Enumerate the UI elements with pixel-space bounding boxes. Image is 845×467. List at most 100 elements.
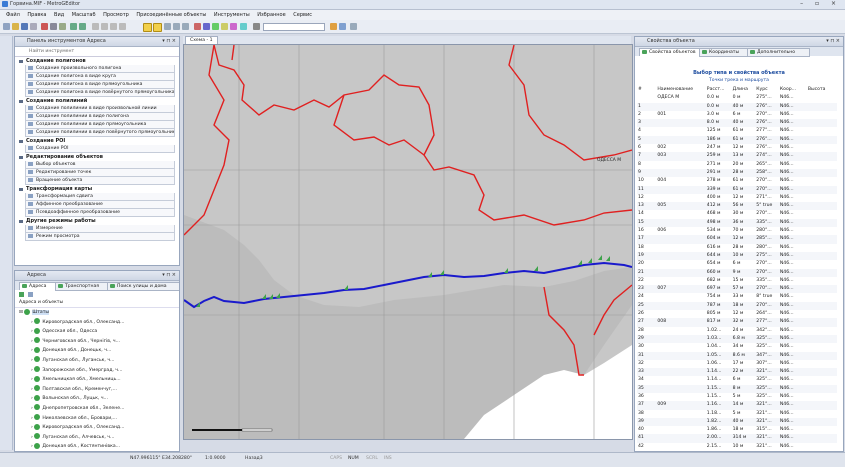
group-edit[interactable]: Редактирование объектов [17, 154, 179, 161]
filter-icon[interactable] [28, 292, 33, 297]
col-header[interactable]: Расст... [706, 86, 732, 94]
group-poi[interactable]: Создание POI [17, 138, 179, 145]
poly-magenta-icon[interactable] [230, 23, 237, 30]
tree-item[interactable]: › Запорожская обл., Умерград, ч... [19, 366, 179, 376]
table-row[interactable]: 21 660 м 9 м 270°... N46... [637, 268, 837, 277]
tree-item[interactable]: › Донецкая обл., Донецьк, ч... [19, 346, 179, 356]
menu-preview[interactable]: Просмотр [103, 12, 129, 18]
table-row[interactable]: 30 1.04... 34 м 325°... N46... [637, 343, 837, 351]
new-icon[interactable] [3, 23, 10, 30]
close-icon[interactable]: ▾ ⊓ × [162, 271, 176, 280]
table-row[interactable]: 13 005 412 м 56 м 5° true N46... [637, 202, 837, 211]
close-icon[interactable]: ▾ ⊓ × [162, 37, 176, 46]
table-row[interactable]: 38 1.18... 5 м 321°... N46... [637, 410, 837, 418]
table-row[interactable]: 17 604 м 12 м 285°... N46... [637, 235, 837, 244]
tool-item[interactable]: Редактирование точек [25, 169, 175, 177]
window-controls[interactable]: – ▫ × [800, 0, 841, 7]
tree-item[interactable]: › Черниговская обл., Чернігів, ч... [19, 337, 179, 347]
col-header[interactable]: Наименование [656, 86, 705, 94]
tree-item[interactable]: › Кировоградская обл., Олександ... [19, 318, 179, 328]
table-row[interactable]: ОДЕСА М 0.0 м 0 м 275°... N46... [637, 94, 837, 102]
table-row[interactable]: 24 754 м 33 м 8° true N46... [637, 293, 837, 301]
zoom-in-icon[interactable] [110, 23, 117, 30]
menu-service[interactable]: Сервис [293, 12, 312, 18]
tool-item[interactable]: Создание полилинии в виде прямоугольника [25, 121, 175, 129]
refresh-icon[interactable] [19, 292, 24, 297]
table-row[interactable]: 19 644 м 10 м 275°... N46... [637, 251, 837, 261]
col-header[interactable]: # [637, 86, 656, 94]
undo-icon[interactable] [70, 23, 77, 30]
table-row[interactable]: 6 002 247 м 12 м 276°... N46... [637, 144, 837, 152]
table-row[interactable]: 35 1.15... 8 м 325°... N46... [637, 384, 837, 393]
table-row[interactable]: 12 400 м 12 м 271°... N46... [637, 194, 837, 202]
tool-item[interactable]: Создание полигона в виде круга [25, 73, 175, 81]
poly-cyan-icon[interactable] [240, 23, 247, 30]
group-other[interactable]: Другие режимы работы [17, 218, 179, 225]
table-row[interactable]: 20 654 м 6 м 270°... N46... [637, 260, 837, 268]
group-polygons[interactable]: Создание полигонов [17, 58, 179, 65]
tool-search-field[interactable]: Найти инструмент [15, 47, 179, 57]
menu-favorites[interactable]: Избранное [257, 12, 285, 18]
table-row[interactable]: 26 805 м 12 м 264°... N46... [637, 310, 837, 318]
tool-item[interactable]: Трансформация сдвига [25, 193, 175, 201]
table-row[interactable]: 37 009 1.16... 14 м 321°... N46... [637, 401, 837, 410]
table-row[interactable]: 7 003 259 м 13 м 274°... N46... [637, 152, 837, 161]
tree-item[interactable]: › Одесская обл., Одесса [19, 327, 179, 337]
tool-item[interactable]: Аффинное преобразование [25, 201, 175, 209]
menu-view[interactable]: Вид [54, 12, 64, 18]
table-row[interactable]: 36 1.15... 5 м 325°... N46... [637, 393, 837, 401]
map-canvas[interactable]: ОДЕССА М [183, 44, 633, 440]
select-tool-icon[interactable] [143, 23, 152, 32]
table-row[interactable]: 33 1.14... 22 м 321°... N46... [637, 368, 837, 377]
tab-additional[interactable]: Дополнительно [747, 48, 810, 57]
tab-addresses[interactable]: Адреса [19, 282, 60, 290]
table-row[interactable]: 3 8.0 м 40 м 276°... N46... [637, 119, 837, 128]
edit-tool-icon[interactable] [153, 23, 162, 32]
table-row[interactable]: 27 008 817 м 32 м 277°... N46... [637, 318, 837, 327]
tree-item[interactable]: › Кировоградская обл., Олександ... [19, 423, 179, 433]
table-row[interactable]: 25 787 м 18 м 270°... N46... [637, 301, 837, 311]
tree-root[interactable]: ⊟ Штаты [19, 308, 179, 318]
tool-item[interactable]: Режим просмотра [25, 233, 175, 241]
tab-coordinates[interactable]: Координаты [699, 48, 754, 57]
tool-item[interactable]: Псевдоаффинное преобразование [25, 209, 175, 217]
table-row[interactable]: 9 291 м 28 м 258°... N46... [637, 168, 837, 178]
cut-icon[interactable] [41, 23, 48, 30]
zoom-out-icon[interactable] [119, 23, 126, 30]
tool-item[interactable]: Создание полилинии в виде повёрнутого пр… [25, 129, 175, 137]
table-row[interactable]: 29 1.03... 6.8 м 325°... N46... [637, 334, 837, 344]
table-row[interactable]: 31 1.05... 8.6 м 347°... N46... [637, 351, 837, 360]
tab-object-properties[interactable]: Свойства объектов [639, 48, 706, 56]
table-row[interactable]: 42 2.15... 10 м 321°... N46... [637, 443, 837, 451]
tool-item[interactable]: Измерение [25, 225, 175, 233]
flag-icon[interactable] [339, 23, 346, 30]
tree-item[interactable]: › Николаевская обл., Бровари,... [19, 414, 179, 424]
table-row[interactable]: 2 001 3.0 м 6 м 270°... N46... [637, 111, 837, 119]
table-row[interactable]: 18 616 м 28 м 280°... N46... [637, 244, 837, 252]
col-header[interactable]: Коор... [779, 86, 807, 94]
tree-item[interactable]: › Полтавская обл., Кременчуг,... [19, 385, 179, 395]
tool-item[interactable]: Создание полилинии в виде полигона [25, 113, 175, 121]
tool-item[interactable]: Выбор объектов [25, 161, 175, 169]
settings-icon[interactable] [350, 23, 357, 30]
pointer-icon[interactable] [92, 23, 99, 30]
table-row[interactable]: 10 004 278 м 61 м 270°... N46... [637, 177, 837, 185]
star-icon[interactable] [330, 23, 337, 30]
group-transform[interactable]: Трансформация карты [17, 186, 179, 193]
poly-blue-icon[interactable] [203, 23, 210, 30]
tool-item[interactable]: Создание произвольного полигона [25, 65, 175, 73]
table-row[interactable]: 41 2.00... 314 м 321°... N46... [637, 434, 837, 443]
route-icon[interactable] [253, 23, 260, 30]
table-row[interactable]: 15 498 м 36 м 335°... N46... [637, 218, 837, 228]
table-row[interactable]: 4 125 м 61 м 277°... N46... [637, 127, 837, 135]
col-header[interactable]: Длина [732, 86, 756, 94]
tree-item[interactable]: › Луганская обл., Алчевськ, ч... [19, 433, 179, 443]
menu-tools[interactable]: Инструменты [214, 12, 250, 18]
tree-item[interactable]: › Хмельницкая обл., Хмельниць... [19, 375, 179, 385]
table-row[interactable]: 40 1.86... 18 м 315°... N46... [637, 426, 837, 434]
poly-green-icon[interactable] [212, 23, 219, 30]
menu-scale[interactable]: Масштаб [72, 12, 96, 18]
table-row[interactable]: 11 339 м 61 м 270°... N46... [637, 185, 837, 194]
tree-item[interactable]: › Днепропетровская обл., Зелене... [19, 404, 179, 414]
table-row[interactable]: 5 186 м 61 м 276°... N46... [637, 135, 837, 145]
